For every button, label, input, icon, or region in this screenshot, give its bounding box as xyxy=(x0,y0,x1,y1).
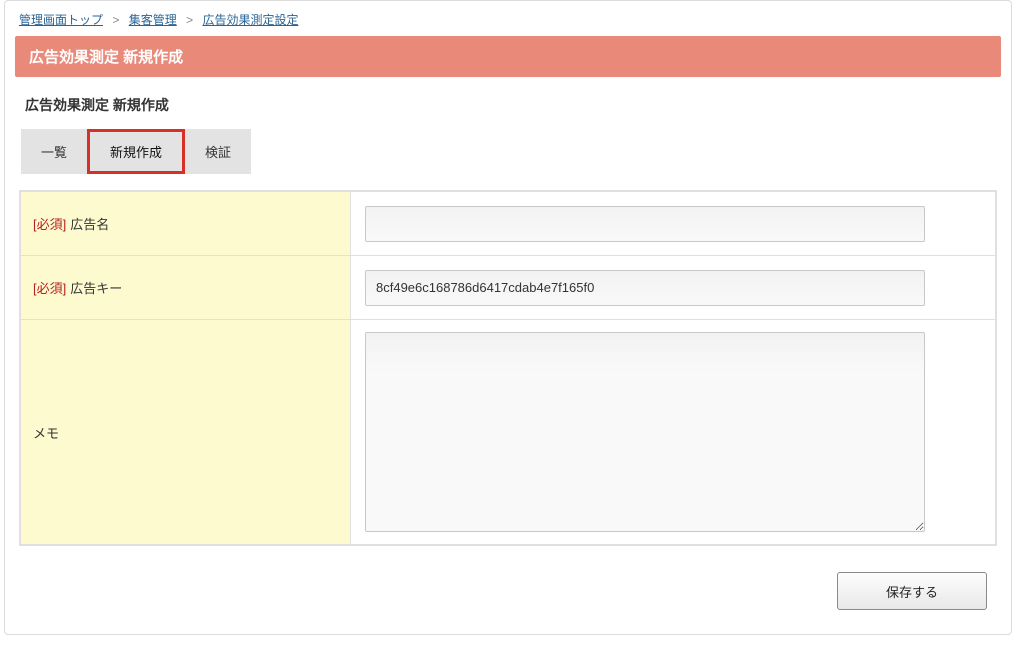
tabs: 一覧 新規作成 検証 xyxy=(5,125,1011,174)
memo-textarea[interactable] xyxy=(365,332,925,532)
control-ad-key xyxy=(351,256,995,319)
tab-create[interactable]: 新規作成 xyxy=(87,129,185,174)
ad-key-input[interactable] xyxy=(365,270,925,306)
required-tag: [必須] xyxy=(33,214,66,233)
label-ad-key-text: 広告キー xyxy=(70,278,122,297)
breadcrumb-link-top[interactable]: 管理画面トップ xyxy=(19,13,103,27)
breadcrumb-separator: > xyxy=(112,13,119,27)
control-memo xyxy=(351,320,995,544)
breadcrumb-link-marketing[interactable]: 集客管理 xyxy=(129,13,177,27)
form-row-ad-key: [必須] 広告キー xyxy=(21,256,995,320)
breadcrumb: 管理画面トップ > 集客管理 > 広告効果測定設定 xyxy=(5,1,1011,36)
form-table: [必須] 広告名 [必須] 広告キー メモ xyxy=(19,190,997,546)
save-button[interactable]: 保存する xyxy=(837,572,987,610)
label-ad-key: [必須] 広告キー xyxy=(21,256,351,319)
control-ad-name xyxy=(351,192,995,255)
label-ad-name-text: 広告名 xyxy=(70,214,109,233)
breadcrumb-separator: > xyxy=(186,13,193,27)
section-subtitle: 広告効果測定 新規作成 xyxy=(5,77,1011,125)
breadcrumb-link-ad-settings[interactable]: 広告効果測定設定 xyxy=(202,13,298,27)
form-row-memo: メモ xyxy=(21,320,995,544)
actions-bar: 保存する xyxy=(5,546,1011,614)
required-tag: [必須] xyxy=(33,278,66,297)
form-row-ad-name: [必須] 広告名 xyxy=(21,192,995,256)
tab-list[interactable]: 一覧 xyxy=(21,129,87,174)
page-title-banner: 広告効果測定 新規作成 xyxy=(15,36,1001,77)
page-container: 管理画面トップ > 集客管理 > 広告効果測定設定 広告効果測定 新規作成 広告… xyxy=(4,0,1012,635)
tab-verify[interactable]: 検証 xyxy=(185,129,251,174)
ad-name-input[interactable] xyxy=(365,206,925,242)
label-memo-text: メモ xyxy=(33,423,59,442)
label-memo: メモ xyxy=(21,320,351,544)
page-title-text: 広告効果測定 新規作成 xyxy=(29,49,183,66)
label-ad-name: [必須] 広告名 xyxy=(21,192,351,255)
